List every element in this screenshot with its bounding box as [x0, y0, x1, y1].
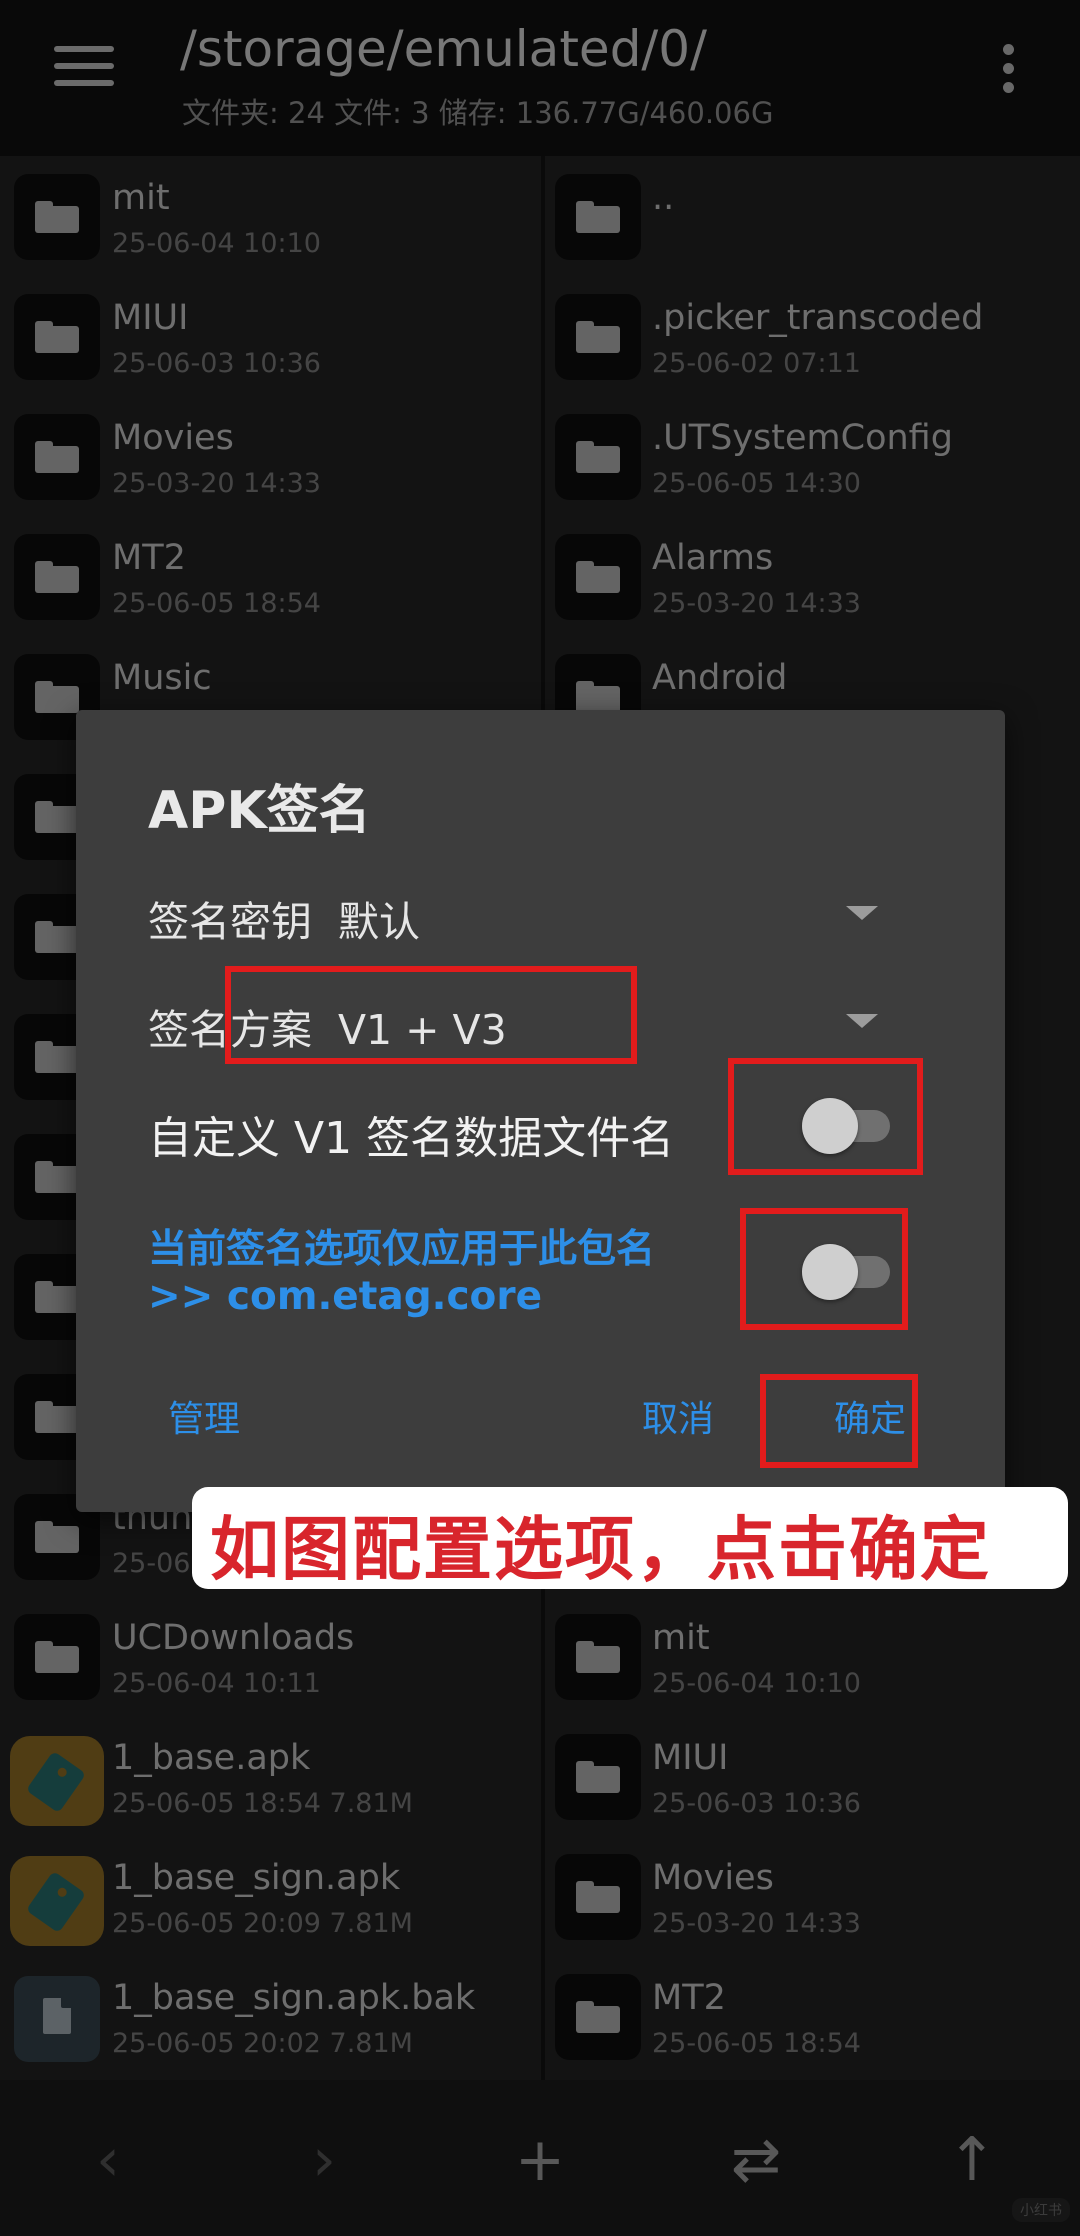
custom-v1-filename-label: 自定义 V1 签名数据文件名	[148, 1113, 675, 1164]
manage-button[interactable]: 管理	[168, 1390, 240, 1442]
highlight-box-package-toggle	[740, 1208, 908, 1330]
chevron-down-icon[interactable]	[846, 906, 878, 920]
package-name-text: >> com.etag.core	[148, 1274, 543, 1319]
instruction-callout: 如图配置选项，点击确定	[192, 1487, 1068, 1590]
cancel-button[interactable]: 取消	[642, 1390, 714, 1442]
highlight-box-scheme	[225, 966, 637, 1064]
instruction-callout-text: 如图配置选项，点击确定	[210, 1510, 991, 1590]
signing-key-label: 签名密钥	[148, 898, 312, 946]
highlight-box-custom-toggle	[728, 1058, 923, 1175]
signing-key-value: 默认	[338, 898, 420, 946]
highlight-box-ok	[760, 1374, 918, 1468]
chevron-down-icon[interactable]	[846, 1014, 878, 1028]
package-only-label: 当前签名选项仅应用于此包名	[148, 1227, 656, 1272]
signing-key-select[interactable]: 签名密钥 默认	[148, 888, 420, 948]
dialog-title: APK签名	[148, 781, 371, 841]
